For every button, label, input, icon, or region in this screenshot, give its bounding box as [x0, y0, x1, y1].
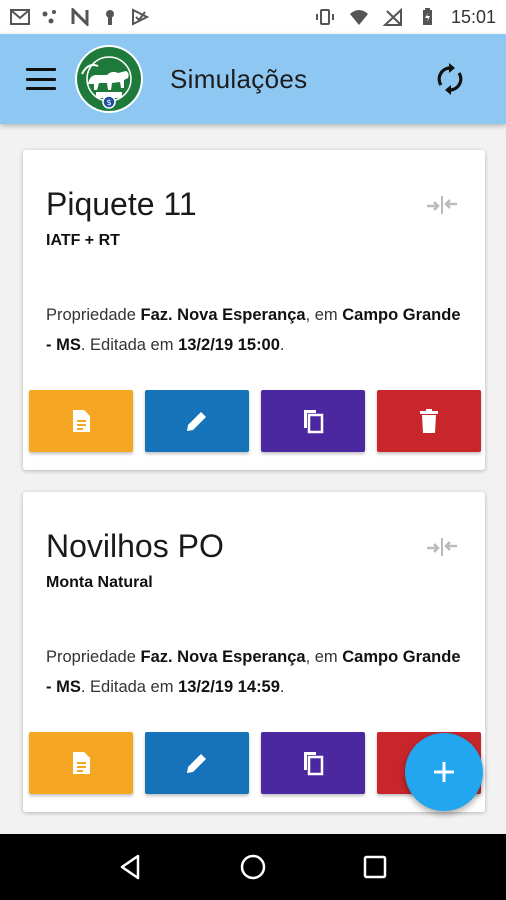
pencil-icon — [187, 754, 206, 773]
property-name: Faz. Nova Esperança — [140, 648, 306, 666]
card-title: Piquete 11 — [46, 186, 197, 222]
edit-button[interactable] — [145, 390, 249, 452]
plus-icon — [434, 762, 454, 782]
battery-charging-icon — [422, 8, 432, 25]
home-icon[interactable] — [238, 852, 268, 882]
simulation-list: Piquete 11 IATF + RT Propriedade Faz. No… — [0, 124, 506, 834]
system-icons: 15:01 — [315, 7, 496, 28]
edit-button[interactable] — [145, 732, 249, 794]
delete-button[interactable] — [377, 390, 481, 452]
copy-icon — [304, 410, 324, 434]
svg-text:$: $ — [106, 98, 111, 107]
no-signal-icon — [382, 8, 402, 26]
card-title: Novilhos PO — [46, 528, 224, 564]
n-icon — [71, 8, 89, 26]
edited-date: 13/2/19 14:59 — [178, 678, 280, 696]
card-subtitle: IATF + RT — [46, 232, 120, 249]
keyhole-icon — [106, 10, 114, 25]
property-name: Faz. Nova Esperança — [140, 306, 306, 324]
page-title: Simulações — [170, 63, 308, 94]
document-icon — [73, 752, 90, 774]
farm-cattle-logo: $ — [75, 45, 143, 113]
card-actions — [29, 390, 481, 452]
back-icon[interactable] — [116, 852, 146, 882]
add-simulation-button[interactable] — [405, 733, 483, 811]
clock: 15:01 — [450, 6, 496, 27]
copy-button[interactable] — [261, 390, 365, 452]
dots-icon — [42, 10, 56, 24]
wifi-icon — [349, 10, 368, 25]
report-button[interactable] — [29, 732, 133, 794]
document-icon — [73, 410, 90, 432]
system-nav-bar — [0, 834, 506, 900]
copy-button[interactable] — [261, 732, 365, 794]
compress-icon[interactable] — [425, 534, 459, 560]
sync-icon[interactable] — [434, 63, 466, 95]
vibrate-icon — [315, 9, 334, 25]
recents-icon[interactable] — [360, 852, 390, 882]
report-button[interactable] — [29, 390, 133, 452]
pencil-icon — [187, 412, 206, 431]
app-bar: $ Simulações — [0, 34, 506, 124]
trash-icon — [420, 409, 438, 433]
status-bar: 15:01 — [0, 0, 506, 34]
notification-icons — [10, 8, 150, 26]
card-description: Propriedade Faz. Nova Esperança, em Camp… — [46, 306, 461, 354]
checklist-icon — [132, 8, 150, 26]
hamburger-menu-icon[interactable] — [26, 68, 56, 90]
gmail-icon — [10, 9, 30, 25]
card-description: Propriedade Faz. Nova Esperança, em Camp… — [46, 648, 461, 696]
edited-date: 13/2/19 15:00 — [178, 336, 280, 354]
card-subtitle: Monta Natural — [46, 574, 153, 591]
simulation-card[interactable]: Piquete 11 IATF + RT Propriedade Faz. No… — [23, 150, 485, 470]
copy-icon — [304, 752, 324, 776]
compress-icon[interactable] — [425, 192, 459, 218]
